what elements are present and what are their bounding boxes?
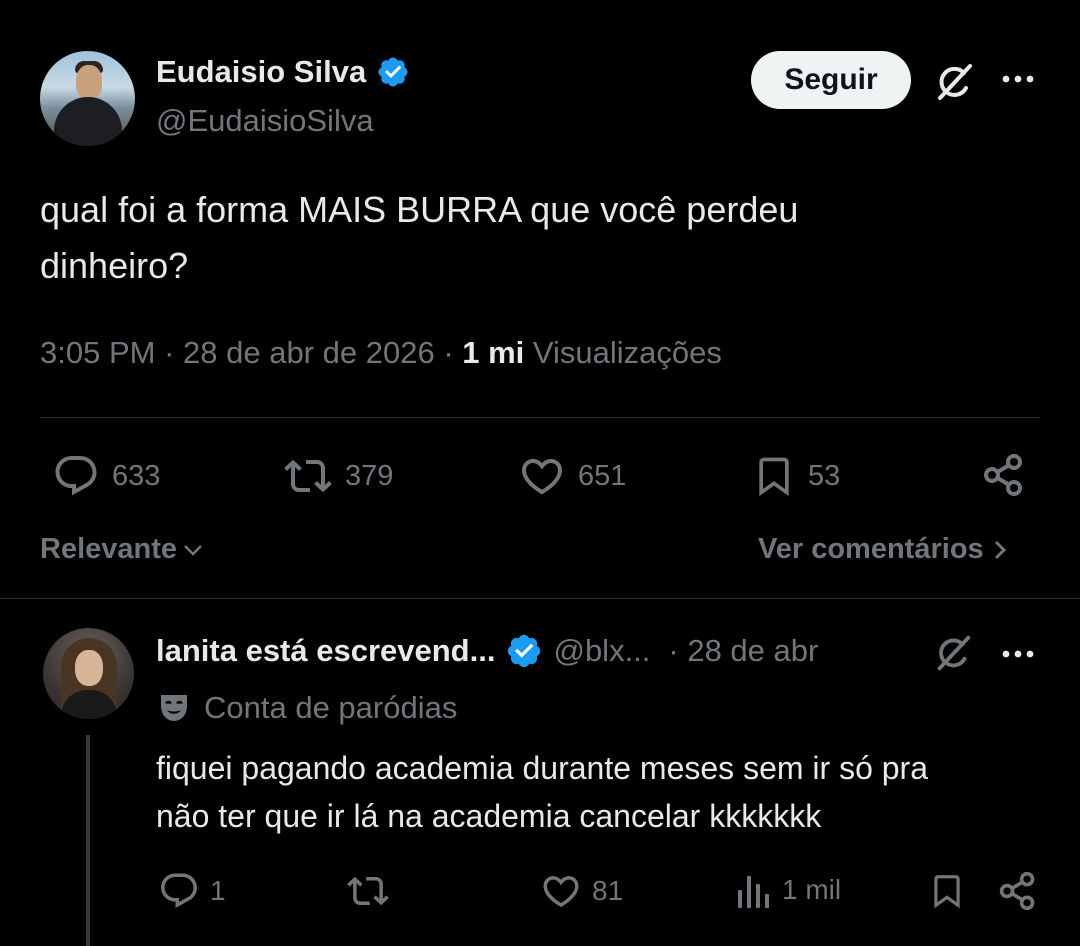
bookmark-icon (934, 875, 960, 909)
see-comments-link[interactable]: Ver comentários (758, 533, 1008, 566)
reply-like-count: 81 (592, 875, 624, 906)
views-count: 1 mi (462, 335, 525, 370)
reply-bookmark-button[interactable] (928, 870, 966, 912)
bookmark-count: 53 (808, 459, 841, 492)
reply-like-button[interactable]: 81 (540, 870, 623, 912)
reply-count: 633 (112, 459, 161, 492)
more-icon[interactable] (998, 66, 1038, 92)
author-name-row[interactable]: Eudaisio Silva (156, 54, 410, 90)
share-icon (984, 454, 1022, 496)
author-avatar[interactable] (40, 51, 135, 146)
grok-icon[interactable] (930, 630, 976, 676)
repost-button[interactable]: 379 (283, 452, 393, 500)
reply-avatar[interactable] (43, 628, 134, 719)
bookmark-icon (759, 457, 789, 497)
divider (40, 417, 1040, 418)
like-button[interactable]: 651 (518, 452, 626, 500)
author-handle[interactable]: @EudaisioSilva (156, 103, 374, 139)
parody-label: Conta de paródias (204, 690, 458, 725)
tweet-text-line: qual foi a forma MAIS BURRA que você per… (40, 189, 799, 230)
reply-icon (161, 873, 197, 908)
reply-reply-button[interactable]: 1 (158, 870, 226, 912)
reply-views-count: 1 mil (782, 874, 842, 905)
thread-line (86, 735, 90, 946)
reply-views-button[interactable]: 1 mil (736, 870, 841, 910)
chevron-down-icon (184, 544, 202, 556)
reply-date[interactable]: · 28 de abr (668, 633, 818, 669)
follow-button[interactable]: Seguir (751, 51, 911, 109)
views-label: Visualizações (532, 335, 722, 370)
verified-badge-icon (505, 632, 543, 670)
reply-text-line: não ter que ir lá na academia cancelar k… (156, 798, 822, 834)
reply-button[interactable]: 633 (52, 452, 160, 500)
reply-header: lanita está escrevend... @blx... · 28 de… (156, 632, 818, 670)
chevron-right-icon (994, 540, 1006, 559)
share-icon (999, 871, 1035, 911)
reply-text: fiquei pagando academia durante meses se… (156, 744, 1056, 840)
like-count: 651 (578, 459, 627, 492)
reply-text-line: fiquei pagando academia durante meses se… (156, 750, 928, 786)
repost-icon (347, 876, 389, 906)
see-comments-label: Ver comentários (758, 533, 984, 565)
reply-reply-count: 1 (210, 875, 226, 906)
share-button[interactable] (982, 452, 1026, 498)
like-icon (521, 459, 563, 495)
sort-label: Relevante (40, 533, 178, 565)
views-icon (738, 876, 769, 908)
author-name[interactable]: Eudaisio Silva (156, 54, 366, 90)
reply-icon (55, 456, 97, 496)
verified-badge-icon (376, 55, 410, 89)
tweet-text: qual foi a forma MAIS BURRA que você per… (40, 182, 1040, 294)
tweet-meta: 3:05 PM · 28 de abr de 2026 · 1 mi Visua… (40, 335, 722, 371)
reply-author-name[interactable]: lanita está escrevend... (156, 633, 495, 669)
tweet-date[interactable]: 28 de abr de 2026 (183, 335, 435, 370)
grok-icon[interactable] (930, 58, 978, 106)
tweet-text-line: dinheiro? (40, 245, 189, 286)
more-icon[interactable] (998, 641, 1038, 667)
bookmark-button[interactable]: 53 (752, 452, 840, 500)
separator-dot: · (164, 335, 184, 370)
parody-mask-icon (161, 695, 187, 721)
reply-repost-button[interactable] (346, 870, 390, 912)
repost-count: 379 (345, 459, 394, 492)
like-icon (543, 876, 579, 908)
divider (0, 598, 1080, 599)
reply-share-button[interactable] (998, 870, 1038, 912)
tweet-time[interactable]: 3:05 PM (40, 335, 155, 370)
parody-label-row: Conta de paródias (158, 690, 457, 726)
repost-icon (284, 459, 332, 493)
separator-dot: · (443, 335, 463, 370)
reply-author-handle[interactable]: @blx... (553, 633, 650, 669)
sort-dropdown[interactable]: Relevante (40, 533, 205, 566)
